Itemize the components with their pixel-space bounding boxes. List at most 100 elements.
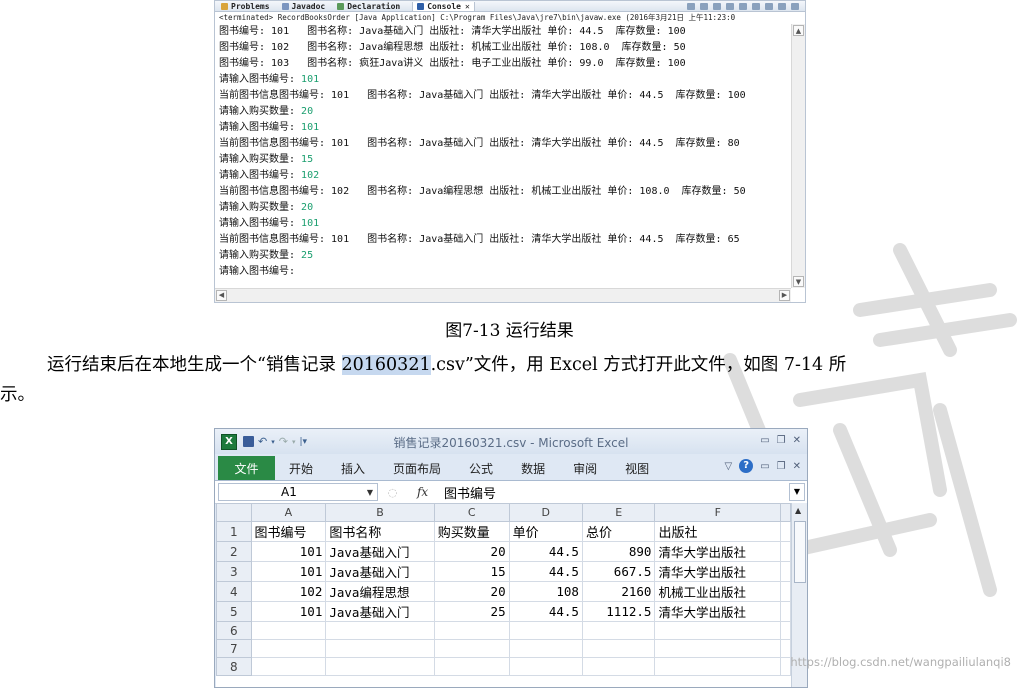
table-cell[interactable]: 20 (433, 541, 510, 562)
row-header[interactable]: 7 (216, 639, 252, 658)
table-cell[interactable] (654, 639, 782, 658)
scroll-lock-icon[interactable] (726, 2, 734, 10)
tab-file[interactable]: 文件 (218, 456, 275, 480)
scroll-left-icon[interactable]: ◀ (216, 290, 227, 301)
tab-data[interactable]: 数据 (507, 456, 559, 480)
minimize-icon[interactable] (778, 2, 786, 10)
table-cell[interactable] (780, 621, 791, 640)
table-cell[interactable]: 101 (250, 541, 327, 562)
table-cell[interactable]: Java基础入门 (325, 541, 435, 562)
table-cell[interactable]: 1112.5 (581, 601, 656, 622)
table-cell[interactable]: 102 (250, 581, 327, 602)
chevron-down-icon[interactable]: ▼ (367, 488, 373, 497)
scroll-up-icon[interactable]: ▲ (795, 506, 801, 515)
table-cell[interactable] (250, 657, 327, 676)
table-cell[interactable]: 667.5 (581, 561, 656, 582)
table-cell[interactable] (508, 657, 583, 676)
tab-insert[interactable]: 插入 (327, 456, 379, 480)
close-icon[interactable]: ✕ (465, 2, 470, 11)
table-cell[interactable]: 890 (581, 541, 656, 562)
table-cell[interactable]: 清华大学出版社 (654, 601, 782, 622)
table-cell[interactable] (780, 601, 791, 622)
remove-launch-icon[interactable] (700, 2, 708, 10)
column-header[interactable] (780, 503, 791, 522)
close-icon[interactable]: ✕ (793, 461, 801, 472)
pin-console-icon[interactable] (739, 2, 747, 10)
table-cell[interactable]: 15 (433, 561, 510, 582)
table-cell[interactable]: 图书编号 (250, 521, 327, 542)
table-cell[interactable]: 单价 (508, 521, 583, 542)
column-header[interactable]: A (250, 503, 327, 522)
table-cell[interactable]: 44.5 (508, 561, 583, 582)
table-cell[interactable] (581, 621, 656, 640)
table-cell[interactable]: 机械工业出版社 (654, 581, 782, 602)
row-header[interactable]: 3 (216, 561, 252, 582)
table-cell[interactable] (581, 657, 656, 676)
tab-page-layout[interactable]: 页面布局 (379, 456, 455, 480)
column-header[interactable]: D (508, 503, 583, 522)
restore-icon[interactable]: ❐ (777, 461, 786, 472)
table-cell[interactable] (654, 621, 782, 640)
table-cell[interactable]: Java基础入门 (325, 601, 435, 622)
expand-formula-bar-icon[interactable]: ▼ (789, 483, 805, 501)
table-cell[interactable]: 出版社 (654, 521, 782, 542)
insert-function-icon[interactable]: fx (417, 485, 428, 499)
table-cell[interactable] (433, 639, 510, 658)
table-cell[interactable] (780, 541, 791, 562)
scroll-right-icon[interactable]: ▶ (779, 290, 790, 301)
row-header[interactable]: 5 (216, 601, 252, 622)
table-cell[interactable] (780, 581, 791, 602)
restore-icon[interactable]: ❐ (777, 435, 786, 446)
table-cell[interactable] (325, 621, 435, 640)
display-console-icon[interactable] (752, 2, 760, 10)
spreadsheet-grid[interactable]: A B C D E F 1 图书编号 图书名称 购买数量 单价 总价 出版社 2 101 Java基础入门 20… (216, 503, 791, 687)
tab-javadoc[interactable]: Javadoc (281, 2, 325, 11)
tab-view[interactable]: 视图 (611, 456, 663, 480)
clear-console-icon[interactable] (713, 2, 721, 10)
row-header[interactable]: 6 (216, 621, 252, 640)
minimize-ribbon-icon[interactable]: ▽ (724, 461, 732, 472)
table-cell[interactable]: Java基础入门 (325, 561, 435, 582)
table-cell[interactable]: 20 (433, 581, 510, 602)
table-cell[interactable] (780, 561, 791, 582)
console-output[interactable]: 图书编号: 101 图书名称: Java基础入门 出版社: 清华大学出版社 单价… (215, 24, 791, 288)
table-cell[interactable] (508, 621, 583, 640)
select-all-corner[interactable] (216, 503, 252, 522)
tab-home[interactable]: 开始 (275, 456, 327, 480)
table-cell[interactable]: 清华大学出版社 (654, 541, 782, 562)
table-cell[interactable] (780, 521, 791, 542)
table-cell[interactable] (433, 621, 510, 640)
table-cell[interactable] (508, 639, 583, 658)
terminate-icon[interactable] (687, 2, 695, 10)
column-header[interactable]: F (654, 503, 782, 522)
table-cell[interactable]: 44.5 (508, 601, 583, 622)
table-cell[interactable]: 购买数量 (433, 521, 510, 542)
minimize-icon[interactable]: ▭ (760, 435, 769, 446)
table-cell[interactable]: 44.5 (508, 541, 583, 562)
column-header[interactable]: C (433, 503, 510, 522)
tab-declaration[interactable]: Declaration (337, 2, 400, 11)
tab-review[interactable]: 审阅 (559, 456, 611, 480)
table-cell[interactable] (780, 657, 791, 676)
column-header[interactable]: E (581, 503, 656, 522)
row-header[interactable]: 2 (216, 541, 252, 562)
table-cell[interactable]: Java编程思想 (325, 581, 435, 602)
table-cell[interactable]: 25 (433, 601, 510, 622)
table-cell[interactable] (325, 657, 435, 676)
row-header[interactable]: 4 (216, 581, 252, 602)
formula-input[interactable]: 图书编号 (444, 483, 496, 502)
table-cell[interactable]: 图书名称 (325, 521, 435, 542)
row-header[interactable]: 8 (216, 657, 252, 676)
table-cell[interactable] (780, 639, 791, 658)
tab-problems[interactable]: Problems (221, 2, 270, 11)
new-console-icon[interactable] (765, 2, 773, 10)
table-cell[interactable] (325, 639, 435, 658)
close-icon[interactable]: ✕ (793, 435, 801, 446)
name-box[interactable]: A1 ▼ (218, 483, 378, 501)
table-cell[interactable] (250, 639, 327, 658)
scroll-up-icon[interactable]: ▲ (793, 25, 804, 36)
row-header[interactable]: 1 (216, 521, 252, 542)
table-cell[interactable]: 101 (250, 601, 327, 622)
table-cell[interactable]: 2160 (581, 581, 656, 602)
table-cell[interactable]: 108 (508, 581, 583, 602)
